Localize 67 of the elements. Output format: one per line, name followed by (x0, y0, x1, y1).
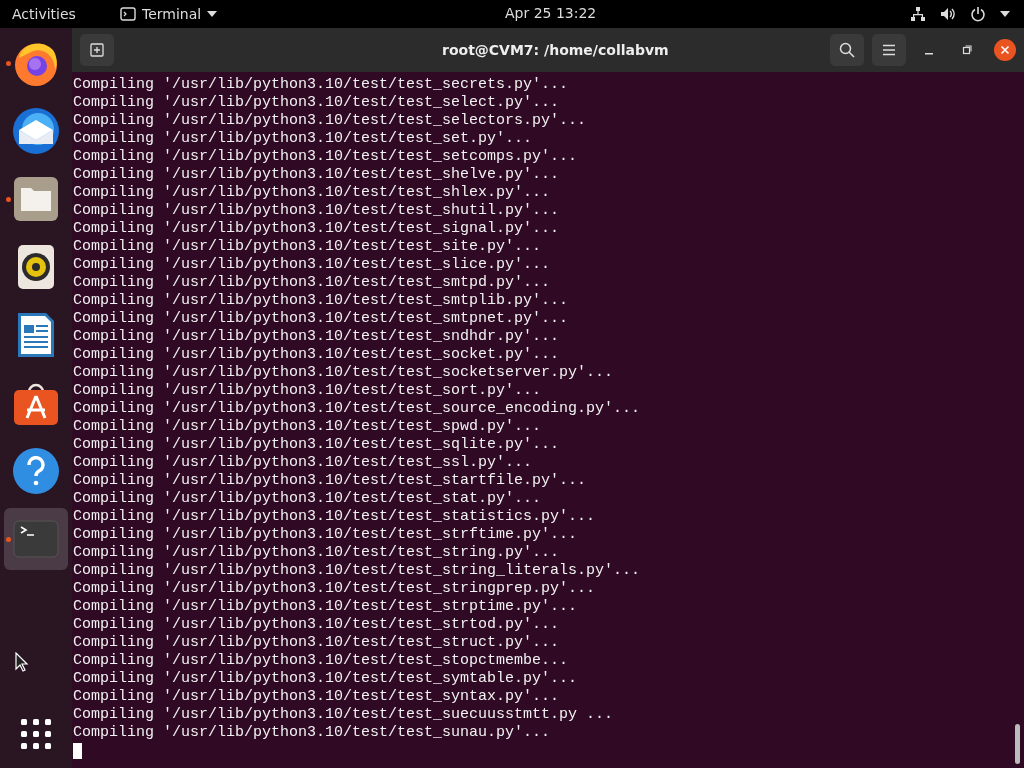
caret-icon (207, 11, 218, 17)
output-line: Compiling '/usr/lib/python3.10/test/test_strptime.py'... (73, 598, 579, 616)
output-line: Compiling '/usr/lib/python3.10/test/test_stringprep.py'... (73, 580, 597, 598)
output-line: Compiling '/usr/lib/python3.10/test/test_sunau.py'... (73, 724, 552, 742)
output-line: Compiling '/usr/lib/python3.10/test/test_strftime.py'... (73, 526, 579, 544)
output-line: Compiling '/usr/lib/python3.10/test/test_strtod.py'... (73, 616, 561, 634)
output-line: Compiling '/usr/lib/python3.10/test/test_stopctmembe... (73, 652, 570, 670)
folder-icon (13, 176, 59, 222)
output-line: Compiling '/usr/lib/python3.10/test/test_sort.py'... (73, 382, 543, 400)
output-line: Compiling '/usr/lib/python3.10/test/test_shlex.py'... (73, 184, 552, 202)
help-icon (11, 446, 61, 496)
output-line: Compiling '/usr/lib/python3.10/test/test_statistics.py'... (73, 508, 597, 526)
text-cursor (73, 743, 82, 759)
output-line: Compiling '/usr/lib/python3.10/test/test_struct.py'... (73, 634, 561, 652)
output-line: Compiling '/usr/lib/python3.10/test/test_spwd.py'... (73, 418, 543, 436)
output-line: Compiling '/usr/lib/python3.10/test/test_shelve.py'... (73, 166, 561, 184)
mail-icon (11, 106, 61, 156)
output-line: Compiling '/usr/lib/python3.10/test/test_smtplib.py'... (73, 292, 570, 310)
search-button[interactable] (830, 34, 864, 66)
output-line: Compiling '/usr/lib/python3.10/test/test_suecuusstmtt.py ... (73, 706, 615, 724)
terminal-icon (120, 7, 136, 21)
output-line: Compiling '/usr/lib/python3.10/test/test_sqlite.py'... (73, 436, 561, 454)
output-line: Compiling '/usr/lib/python3.10/test/test_syntax.py'... (73, 688, 561, 706)
output-line: Compiling '/usr/lib/python3.10/test/test_site.py'... (73, 238, 543, 256)
output-line: Compiling '/usr/lib/python3.10/test/test_setcomps.py'... (73, 148, 579, 166)
output-line: Compiling '/usr/lib/python3.10/test/test_secrets.py'... (73, 76, 570, 94)
output-line: Compiling '/usr/lib/python3.10/test/test_slice.py'... (73, 256, 552, 274)
menu-icon (882, 44, 896, 56)
output-line: Compiling '/usr/lib/python3.10/test/test_smtpnet.py'... (73, 310, 570, 328)
output-line: Compiling '/usr/lib/python3.10/test/test_set.py'... (73, 130, 534, 148)
output-line: Compiling '/usr/lib/python3.10/test/test_smtpd.py'... (73, 274, 552, 292)
volume-icon[interactable] (940, 6, 956, 22)
restore-icon (962, 45, 972, 55)
speaker-icon (17, 244, 55, 290)
new-tab-button[interactable] (80, 34, 114, 66)
document-icon (16, 311, 56, 359)
output-line: Compiling '/usr/lib/python3.10/test/test_socketserver.py'... (73, 364, 615, 382)
output-line: Compiling '/usr/lib/python3.10/test/test_string_literals.py'... (73, 562, 642, 580)
output-line: Compiling '/usr/lib/python3.10/test/test_shutil.py'... (73, 202, 561, 220)
output-line: Compiling '/usr/lib/python3.10/test/test_source_encoding.py'... (73, 400, 642, 418)
output-line: Compiling '/usr/lib/python3.10/test/test_signal.py'... (73, 220, 561, 238)
new-tab-icon (90, 43, 104, 57)
output-line: Compiling '/usr/lib/python3.10/test/test_select.py'... (73, 94, 561, 112)
activities-button[interactable]: Activities (0, 6, 108, 22)
output-line: Compiling '/usr/lib/python3.10/test/test_sndhdr.py'... (73, 328, 561, 346)
app-menu[interactable]: Terminal (120, 6, 218, 22)
output-line: Compiling '/usr/lib/python3.10/test/test_selectors.py'... (73, 112, 588, 130)
close-button[interactable] (994, 39, 1016, 61)
minimize-icon (924, 53, 934, 55)
output-line: Compiling '/usr/lib/python3.10/test/test_symtable.py'... (73, 670, 579, 688)
network-icon[interactable] (910, 6, 926, 22)
output-line: Compiling '/usr/lib/python3.10/test/test_ssl.py'... (73, 454, 534, 472)
output-line: Compiling '/usr/lib/python3.10/test/test_string.py'... (73, 544, 561, 562)
menu-button[interactable] (872, 34, 906, 66)
terminal-icon (13, 520, 59, 558)
search-icon (839, 42, 855, 58)
app-grid-icon[interactable] (20, 718, 52, 750)
mouse-pointer-icon (15, 652, 29, 672)
clock[interactable]: Apr 25 13:22 (505, 5, 597, 21)
output-line: Compiling '/usr/lib/python3.10/test/test_socket.py'... (73, 346, 561, 364)
power-icon[interactable] (970, 6, 986, 22)
close-icon (1000, 45, 1010, 55)
output-line: Compiling '/usr/lib/python3.10/test/test_startfile.py'... (73, 472, 588, 490)
scrollbar[interactable] (1015, 724, 1020, 764)
output-line: Compiling '/usr/lib/python3.10/test/test_stat.py'... (73, 490, 543, 508)
caret-icon[interactable] (1000, 11, 1010, 17)
window-title: root@CVM7: /home/collabvm (442, 42, 669, 58)
